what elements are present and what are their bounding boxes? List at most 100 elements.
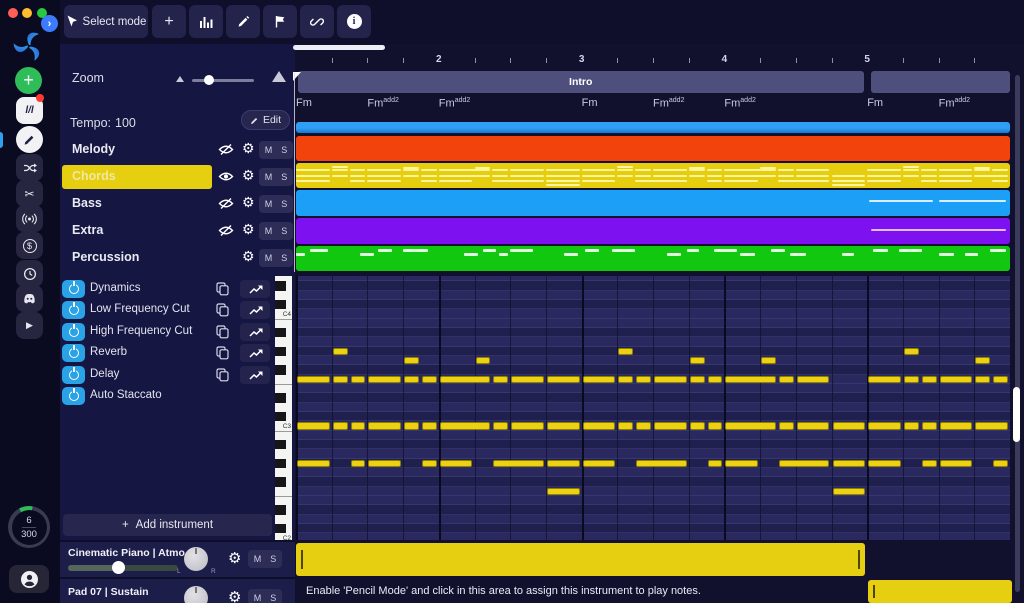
piano-roll-note[interactable] <box>796 375 830 384</box>
black-key[interactable] <box>275 458 286 468</box>
copy-icon[interactable] <box>216 325 229 339</box>
black-key[interactable] <box>275 523 286 534</box>
piano-roll-note[interactable] <box>493 459 544 468</box>
piano-roll-note[interactable] <box>404 356 419 365</box>
black-key[interactable] <box>275 477 286 487</box>
piano-roll-note[interactable] <box>582 375 616 384</box>
dynamics-view-button[interactable] <box>189 5 223 38</box>
sidebar-item-shuffle[interactable] <box>16 154 43 181</box>
piano-roll-note[interactable] <box>707 422 723 430</box>
black-key[interactable] <box>275 281 286 291</box>
pencil-mode-button[interactable] <box>226 5 260 38</box>
piano-keyboard[interactable]: C4 C3 C2 <box>275 276 292 540</box>
link-button[interactable] <box>300 5 334 38</box>
mute-button[interactable]: M <box>265 172 273 182</box>
sidebar-item-broadcast[interactable] <box>16 205 43 232</box>
piano-roll-note[interactable] <box>350 422 366 430</box>
piano-roll-note[interactable] <box>511 375 544 384</box>
solo-button[interactable]: S <box>281 199 287 209</box>
gear-icon[interactable]: ⚙ <box>228 551 241 566</box>
piano-roll-note[interactable] <box>939 422 973 430</box>
section-flag-button[interactable] <box>263 5 297 38</box>
instrument-name[interactable]: Pad 07 | Sustain <box>68 586 149 598</box>
piano-roll-note[interactable] <box>725 459 759 468</box>
piano-roll-note[interactable] <box>921 459 937 468</box>
automation-curve-button[interactable] <box>240 280 270 298</box>
black-key[interactable] <box>275 299 286 310</box>
piano-roll-note[interactable] <box>707 459 723 468</box>
piano-roll-note[interactable] <box>903 422 919 430</box>
copy-icon[interactable] <box>216 368 229 382</box>
black-key[interactable] <box>275 346 286 356</box>
piano-roll-note[interactable] <box>332 422 348 430</box>
clip-bar-bass[interactable] <box>296 190 1010 216</box>
piano-roll-note[interactable] <box>546 459 580 468</box>
region-handle-right[interactable] <box>858 549 861 570</box>
account-button[interactable] <box>9 565 49 593</box>
eye-icon[interactable] <box>218 171 234 182</box>
piano-roll-note[interactable] <box>993 459 1008 468</box>
power-toggle[interactable] <box>62 344 85 362</box>
black-key[interactable] <box>275 327 286 338</box>
copy-icon[interactable] <box>216 346 229 360</box>
automation-curve-button[interactable] <box>240 366 270 384</box>
gear-icon[interactable]: ⚙ <box>242 222 255 236</box>
piano-roll-note[interactable] <box>921 375 937 384</box>
sidebar-item-discord[interactable] <box>16 285 43 312</box>
track-name[interactable]: Extra <box>72 223 103 237</box>
piano-roll-note[interactable] <box>582 459 616 468</box>
gear-icon[interactable]: ⚙ <box>242 249 255 263</box>
automation-curve-button[interactable] <box>240 344 270 362</box>
vertical-scrollbar-track[interactable] <box>1015 75 1020 592</box>
piano-roll-note[interactable] <box>975 375 991 384</box>
section-block[interactable] <box>870 71 1010 93</box>
info-button[interactable]: i <box>337 5 371 38</box>
close-traffic-light[interactable] <box>8 8 18 18</box>
track-row[interactable]: Melody ⚙ M S <box>60 137 295 163</box>
piano-roll-note[interactable] <box>546 487 580 496</box>
piano-roll-note[interactable] <box>975 356 991 365</box>
piano-roll-note[interactable] <box>475 356 491 365</box>
solo-button[interactable]: S <box>281 172 287 182</box>
piano-roll-note[interactable] <box>921 422 937 430</box>
piano-roll-note[interactable] <box>725 375 776 384</box>
gear-icon[interactable]: ⚙ <box>242 195 255 209</box>
piano-roll-note[interactable] <box>546 422 580 430</box>
copy-icon[interactable] <box>216 303 229 317</box>
track-name[interactable]: Bass <box>72 196 102 210</box>
region-handle-left[interactable] <box>301 549 303 570</box>
instrument-name[interactable]: Cinematic Piano | Atmo... <box>68 547 194 559</box>
track-row[interactable]: Chords ⚙ M S <box>60 164 295 190</box>
piano-roll-note[interactable] <box>636 422 651 430</box>
piano-roll-note[interactable] <box>297 422 330 430</box>
solo-button[interactable]: S <box>281 226 287 236</box>
piano-roll-note[interactable] <box>636 459 687 468</box>
piano-roll-note[interactable] <box>903 347 919 356</box>
pan-knob[interactable] <box>184 547 208 571</box>
section-block[interactable]: Intro <box>297 71 864 93</box>
solo-button[interactable]: S <box>270 593 276 603</box>
black-key[interactable] <box>275 393 286 403</box>
track-name[interactable]: Percussion <box>72 250 139 264</box>
piano-roll-note[interactable] <box>439 375 491 384</box>
piano-roll-note[interactable] <box>761 356 776 365</box>
sidebar-item-scissors[interactable]: ✂ <box>16 180 43 207</box>
piano-roll-note[interactable] <box>636 375 651 384</box>
piano-roll[interactable] <box>296 276 1010 540</box>
automation-curve-button[interactable] <box>240 301 270 319</box>
piano-roll-note[interactable] <box>421 459 437 468</box>
piano-roll-note[interactable] <box>778 422 794 430</box>
clip-bar-extra[interactable] <box>296 218 1010 244</box>
black-key[interactable] <box>275 365 286 375</box>
clip-bar-melody[interactable] <box>296 136 1010 161</box>
piano-roll-note[interactable] <box>939 459 973 468</box>
piano-roll-note[interactable] <box>778 459 830 468</box>
black-key[interactable] <box>275 411 286 422</box>
pan-knob[interactable] <box>184 586 208 603</box>
piano-roll-note[interactable] <box>689 422 705 430</box>
piano-roll-note[interactable] <box>332 375 348 384</box>
piano-roll-note[interactable] <box>421 375 437 384</box>
tempo-edit-button[interactable]: Edit <box>241 110 290 130</box>
piano-roll-note[interactable] <box>350 375 366 384</box>
add-instrument-button[interactable]: + Add instrument <box>63 514 272 536</box>
